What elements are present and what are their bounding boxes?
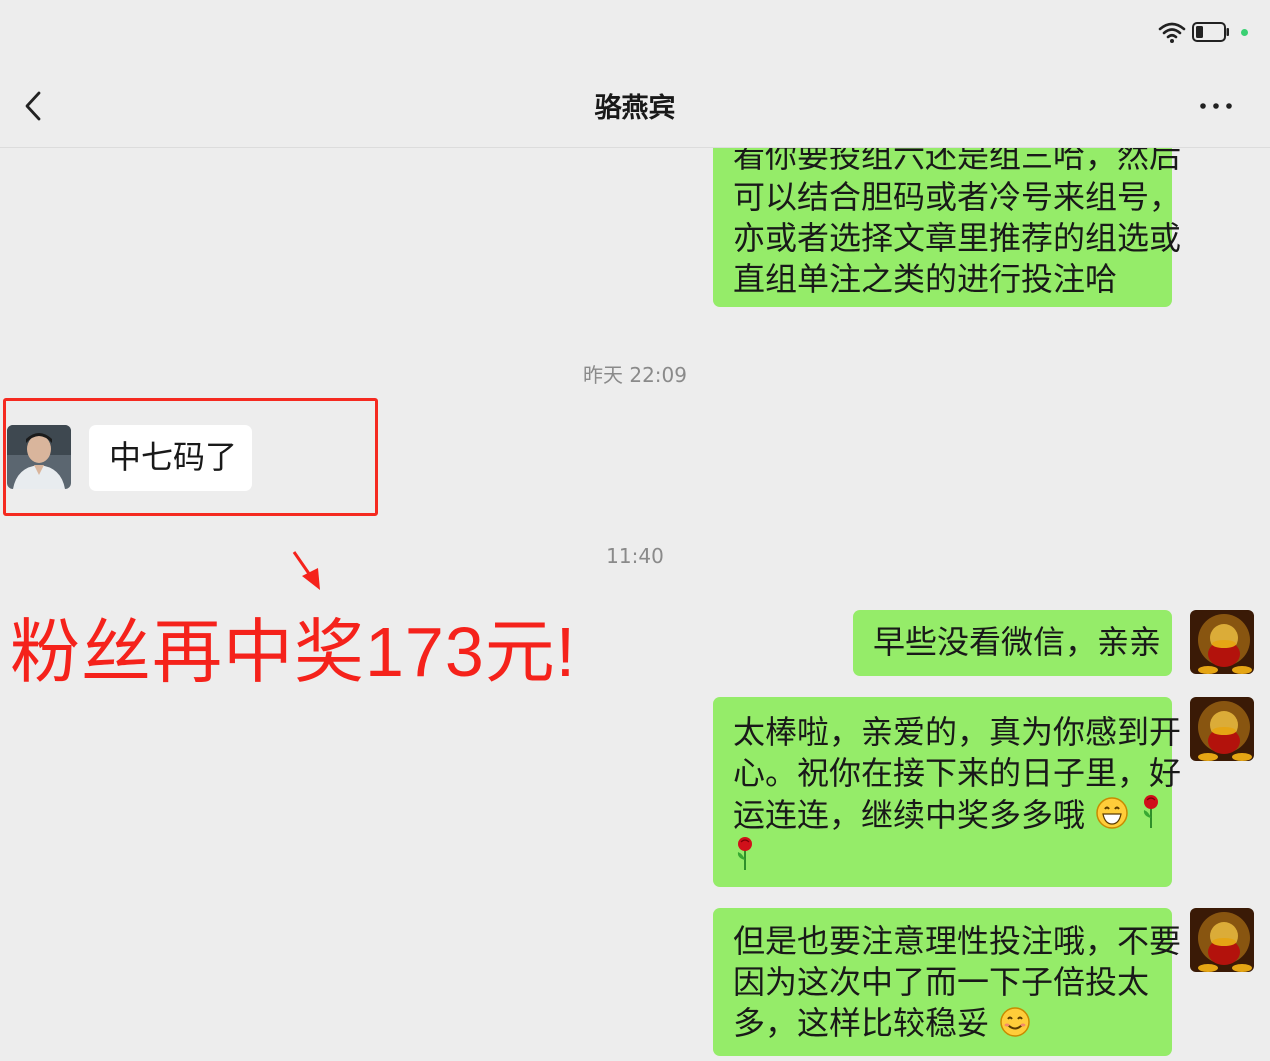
rose-icon — [737, 837, 752, 870]
message-text: 看你要投组六还是组三哈，然后 — [733, 148, 1182, 175]
timestamp: 11:40 — [606, 544, 664, 568]
message-text: 早些没看微信，亲亲 — [873, 623, 1162, 661]
my-avatar[interactable] — [1190, 908, 1254, 972]
dot-icon — [1241, 29, 1248, 36]
message-text: 亦或者选择文章里推荐的组选或 — [733, 219, 1182, 257]
message-bubble-outgoing[interactable]: 太棒啦，亲爱的，真为你感到开 心。祝你在接下来的日子里，好 运连连，继续中奖多多… — [713, 697, 1182, 887]
battery-icon — [1192, 22, 1229, 42]
timestamp: 昨天 22:09 — [583, 363, 687, 387]
smile-emoji-icon — [1000, 1007, 1030, 1037]
message-text: 因为这次中了而一下子倍投太 — [733, 963, 1150, 1001]
chat-title: 骆燕宾 — [594, 93, 676, 124]
message-bubble-outgoing[interactable]: 看你要投组六还是组三哈，然后 可以结合胆码或者冷号来组号， 亦或者选择文章里推荐… — [713, 148, 1182, 307]
message-text: 可以结合胆码或者冷号来组号， — [733, 178, 1182, 216]
nav-bar: 骆燕宾 — [0, 64, 1270, 148]
message-text: 运连连，继续中奖多多哦 — [733, 796, 1086, 834]
message-bubble-outgoing[interactable]: 早些没看微信，亲亲 — [853, 610, 1172, 676]
my-avatar[interactable] — [1190, 610, 1254, 674]
message-text: 心。祝你在接下来的日子里，好 — [733, 754, 1182, 792]
contact-avatar[interactable] — [7, 425, 71, 489]
message-text: 太棒啦，亲爱的，真为你感到开 — [733, 713, 1182, 751]
grin-emoji-icon — [1096, 797, 1128, 829]
chat-area[interactable]: 看你要投组六还是组三哈，然后 可以结合胆码或者冷号来组号， 亦或者选择文章里推荐… — [0, 148, 1270, 1061]
status-bar — [0, 0, 1270, 64]
message-text: 但是也要注意理性投注哦，不要 — [733, 922, 1182, 960]
rose-icon — [1144, 795, 1159, 828]
wifi-icon — [1158, 22, 1186, 43]
arrow-icon — [292, 551, 320, 590]
message-text: 多，这样比较稳妥 — [733, 1004, 990, 1042]
message-bubble-outgoing[interactable]: 但是也要注意理性投注哦，不要 因为这次中了而一下子倍投太 多，这样比较稳妥 — [713, 908, 1182, 1056]
message-text: 直组单注之类的进行投注哈 — [733, 260, 1118, 298]
more-icon[interactable] — [1196, 96, 1236, 116]
annotation-text: 粉丝再中奖173元! — [10, 613, 577, 691]
message-text: 中七码了 — [109, 438, 238, 476]
message-bubble-incoming[interactable]: 中七码了 — [89, 425, 252, 491]
my-avatar[interactable] — [1190, 697, 1254, 761]
